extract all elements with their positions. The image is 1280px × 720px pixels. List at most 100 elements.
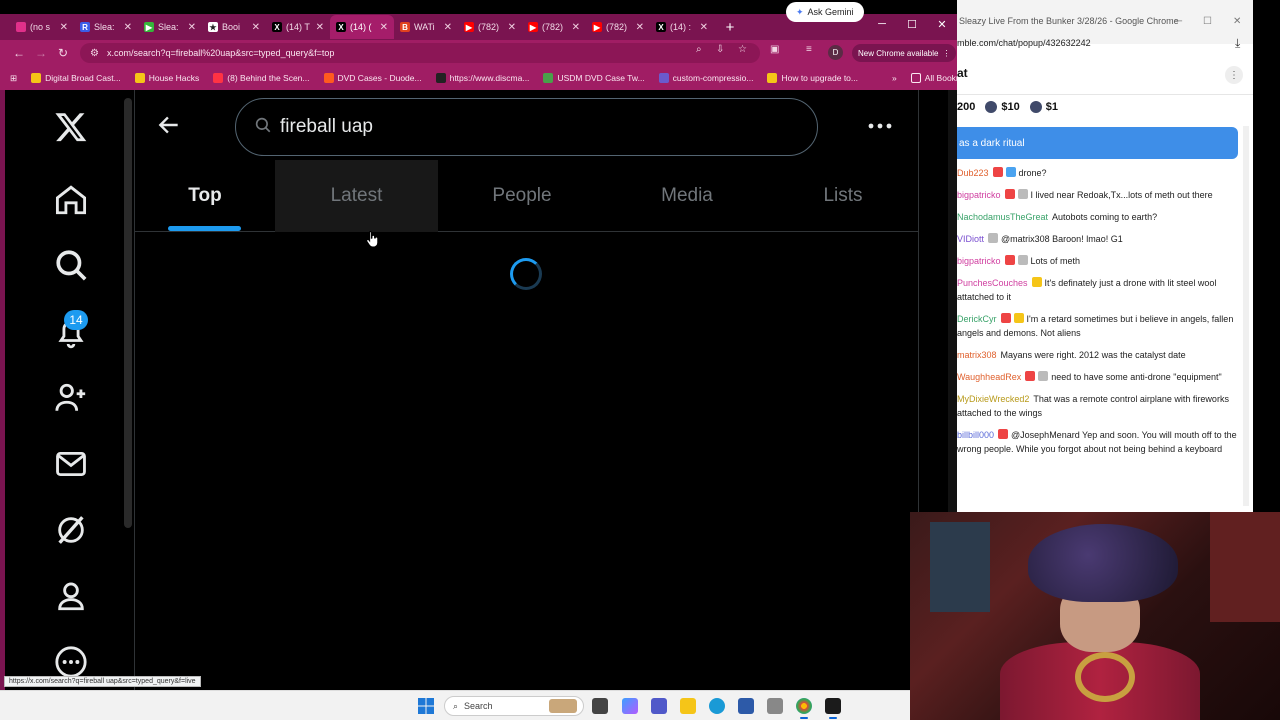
copilot-app-icon[interactable]	[622, 698, 638, 714]
rant-amount[interactable]: $10	[985, 101, 1020, 113]
tab-close-icon[interactable]: ✕	[380, 22, 388, 33]
tab-close-icon[interactable]: ✕	[124, 22, 132, 33]
browser-tab[interactable]: R Slea: ✕	[74, 15, 138, 39]
bookmark-item[interactable]: DVD Cases - Duode...	[323, 73, 422, 83]
browser-tab[interactable]: B WATi ✕	[394, 15, 458, 39]
chat-username[interactable]: PunchesCouches	[957, 278, 1028, 288]
chat-username[interactable]: VIDiott	[957, 234, 984, 244]
streaming-app-icon[interactable]	[825, 698, 841, 719]
site-info-icon[interactable]: ⚙	[90, 48, 99, 59]
tab-close-icon[interactable]: ✕	[700, 22, 708, 33]
bookmark-label: https://www.discma...	[449, 73, 530, 83]
chat-username[interactable]: matrix308	[957, 350, 997, 360]
close-icon[interactable]: ✕	[1233, 16, 1241, 27]
chat-username[interactable]: DerickCyr	[957, 314, 997, 324]
media-icon[interactable]: ≡	[806, 44, 812, 55]
apps-grid-icon[interactable]: ⊞	[10, 73, 17, 84]
tools-app-icon[interactable]	[767, 698, 783, 714]
reload-icon[interactable]: ↻	[52, 46, 74, 60]
home-icon[interactable]	[38, 178, 104, 222]
address-bar[interactable]: ⚙ x.com/search?q=fireball%20uap&src=type…	[80, 43, 760, 63]
browser-tab[interactable]: X (14) T ✕	[266, 15, 330, 39]
file-explorer-app-icon[interactable]	[592, 698, 608, 714]
follow-icon[interactable]	[38, 376, 104, 420]
browser-tab[interactable]: (no s ✕	[10, 15, 74, 39]
new-chrome-button[interactable]: New Chrome available ⋮	[852, 44, 957, 62]
tab-close-icon[interactable]: ✕	[316, 22, 324, 33]
back-icon[interactable]: ←	[8, 46, 30, 60]
rant-amount[interactable]: 200	[957, 101, 975, 113]
more-options-icon[interactable]	[866, 116, 894, 136]
chat-scrollbar[interactable]	[1243, 126, 1249, 506]
windows-taskbar: ⌕ Search	[0, 690, 910, 720]
chat-menu-icon[interactable]: ⋮	[1225, 66, 1243, 84]
profile-avatar[interactable]: D	[828, 45, 843, 60]
bookmark-item[interactable]: USDM DVD Case Tw...	[543, 73, 645, 83]
taskbar-search[interactable]: ⌕ Search	[444, 696, 584, 716]
search-input[interactable]: fireball uap	[235, 98, 818, 156]
chat-username[interactable]: billbill000	[957, 430, 994, 440]
maximize-icon[interactable]: ☐	[1203, 16, 1212, 27]
browser-tab[interactable]: X (14) (✕	[330, 15, 394, 39]
bookmark-item[interactable]: https://www.discma...	[435, 73, 530, 83]
bookmark-item[interactable]: custom-compressio...	[658, 73, 753, 83]
tab-media[interactable]: Media	[606, 160, 768, 232]
browser-tab[interactable]: ▶ (782) ✕	[458, 15, 522, 39]
explore-icon[interactable]	[38, 243, 104, 287]
close-icon[interactable]: ✕	[932, 18, 952, 31]
browser-tab[interactable]: X (14) : ✕	[650, 15, 714, 39]
tab-close-icon[interactable]: ✕	[188, 22, 196, 33]
chat-username[interactable]: MyDixieWrecked2	[957, 394, 1029, 404]
nav-scrollbar[interactable]	[124, 98, 132, 528]
forward-icon[interactable]: →	[30, 46, 52, 60]
zoom-icon[interactable]: ⌕	[696, 44, 702, 55]
bookmark-item[interactable]: Digital Broad Cast...	[31, 73, 121, 83]
browser-tab[interactable]: ▶ (782) ✕	[586, 15, 650, 39]
bookmark-star-icon[interactable]: ☆	[738, 44, 747, 55]
tab-latest[interactable]: Latest	[275, 160, 438, 232]
profile-icon[interactable]	[38, 574, 104, 618]
maximize-icon[interactable]: ☐	[902, 18, 922, 31]
tab-close-icon[interactable]: ✕	[252, 22, 260, 33]
chat-username[interactable]: bigpatricko	[957, 190, 1001, 200]
bookmark-item[interactable]: (8) Behind the Scen...	[213, 73, 310, 83]
edge-app-icon[interactable]	[709, 698, 725, 714]
sidepanel-icon[interactable]: ▣	[770, 44, 779, 55]
rant-amount[interactable]: $1	[1029, 101, 1058, 113]
bookmark-item[interactable]: How to upgrade to...	[767, 73, 858, 83]
browser-tab[interactable]: ★ Booi ✕	[202, 15, 266, 39]
tab-top[interactable]: Top	[135, 160, 275, 232]
back-arrow-icon[interactable]	[156, 112, 182, 138]
pinned-message[interactable]: as a dark ritual	[957, 127, 1238, 159]
minimize-icon[interactable]: ─	[872, 18, 892, 30]
ask-gemini-button[interactable]: ✦ Ask Gemini	[786, 2, 864, 22]
bookmark-item[interactable]: House Hacks	[134, 73, 199, 83]
folder-app-icon[interactable]	[680, 698, 696, 714]
chrome-app-icon[interactable]	[796, 698, 812, 719]
install-icon[interactable]: ⇩	[716, 44, 724, 55]
new-tab-icon[interactable]: +	[722, 19, 738, 36]
tab-people[interactable]: People	[438, 160, 606, 232]
chat-popup-window: Sleazy Live From the Bunker 3/28/26 - Go…	[957, 0, 1253, 512]
chat-username[interactable]: WaughheadRex	[957, 372, 1021, 382]
chat-username[interactable]: Dub223	[957, 168, 989, 178]
chat-username[interactable]: bigpatricko	[957, 256, 1001, 266]
mail-icon[interactable]	[38, 442, 104, 486]
minimize-icon[interactable]: ─	[1175, 16, 1182, 27]
store-app-icon[interactable]	[738, 698, 754, 714]
windows-start-icon[interactable]	[418, 698, 434, 714]
tab-close-icon[interactable]: ✕	[636, 22, 644, 33]
x-logo-icon[interactable]	[38, 105, 104, 149]
tab-close-icon[interactable]: ✕	[572, 22, 580, 33]
download-icon[interactable]: ⤓	[1235, 36, 1240, 51]
bookmarks-overflow-icon[interactable]: »	[892, 73, 897, 83]
chat-username[interactable]: NachodamusTheGreat	[957, 212, 1048, 222]
browser-tab[interactable]: ▶ Slea: ✕	[138, 15, 202, 39]
tab-close-icon[interactable]: ✕	[508, 22, 516, 33]
grok-icon[interactable]	[38, 508, 104, 552]
tab-close-icon[interactable]: ✕	[444, 22, 452, 33]
tab-close-icon[interactable]: ✕	[60, 22, 68, 33]
teams-app-icon[interactable]	[651, 698, 667, 714]
tab-lists[interactable]: Lists	[768, 160, 918, 232]
browser-tab[interactable]: ▶ (782) ✕	[522, 15, 586, 39]
